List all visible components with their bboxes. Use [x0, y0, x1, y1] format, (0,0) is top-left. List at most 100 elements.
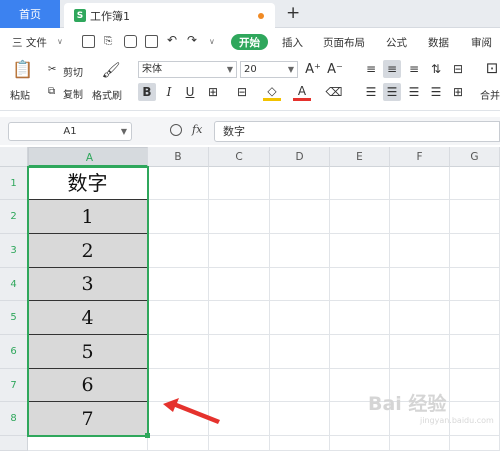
orientation-icon[interactable]: ⇅	[427, 60, 445, 78]
copy-icon[interactable]: ⧉	[48, 86, 55, 97]
cell-a8[interactable]: 7	[28, 402, 147, 436]
print-icon[interactable]	[124, 35, 137, 48]
grid-cell[interactable]	[209, 335, 270, 369]
grid-cell[interactable]	[270, 167, 330, 200]
grid-cell[interactable]	[209, 301, 270, 335]
distribute-icon[interactable]: ⊞	[449, 83, 467, 101]
grid-cell[interactable]	[270, 402, 330, 436]
border-icon[interactable]: ⊞	[204, 83, 222, 101]
copy-button[interactable]: 复制	[63, 86, 83, 101]
cell-a5[interactable]: 4	[28, 301, 147, 335]
row-header-5[interactable]: 5	[0, 301, 28, 335]
file-menu[interactable]: 三 文件	[12, 35, 47, 50]
row-header-3[interactable]: 3	[0, 234, 28, 268]
tab-review[interactable]: 审阅	[471, 35, 492, 50]
font-name-select[interactable]: 宋体 ▼	[138, 61, 237, 78]
row-header-9[interactable]	[0, 436, 28, 451]
grid-cell[interactable]	[330, 200, 390, 234]
increase-font-icon[interactable]: A⁺	[304, 60, 322, 78]
cell-a7[interactable]: 6	[28, 369, 147, 402]
merge-icon[interactable]: ⊡	[484, 59, 500, 77]
tab-workbook[interactable]: S 工作簿1	[64, 3, 275, 28]
grid-cell[interactable]	[148, 200, 209, 234]
column-header-d[interactable]: D	[270, 147, 330, 167]
tab-formula[interactable]: 公式	[386, 35, 407, 50]
more-chevron-icon[interactable]: ∨	[209, 37, 215, 46]
grid-cell[interactable]	[390, 436, 450, 451]
row-header-4[interactable]: 4	[0, 268, 28, 301]
grid-cell[interactable]	[270, 369, 330, 402]
grid-cell[interactable]	[330, 436, 390, 451]
tab-start[interactable]: 开始	[231, 34, 268, 50]
grid-cell[interactable]	[148, 268, 209, 301]
underline-button[interactable]: U	[181, 83, 199, 101]
tab-page-layout[interactable]: 页面布局	[323, 35, 365, 50]
formula-input[interactable]: 数字	[214, 121, 500, 142]
italic-button[interactable]: I	[160, 83, 178, 101]
align-bottom-icon[interactable]: ≡	[405, 60, 423, 78]
chevron-down-icon[interactable]: ∨	[57, 37, 63, 46]
undo-icon[interactable]: ↶	[167, 33, 177, 47]
grid-cell[interactable]	[270, 268, 330, 301]
justify-icon[interactable]: ☰	[427, 83, 445, 101]
grid-cell[interactable]	[270, 301, 330, 335]
align-center-icon[interactable]: ☰	[383, 83, 401, 101]
column-header-a[interactable]: A	[28, 147, 148, 167]
column-header-e[interactable]: E	[330, 147, 390, 167]
tab-insert[interactable]: 插入	[282, 35, 303, 50]
cut-icon[interactable]: ✂	[48, 64, 56, 75]
cell-a6[interactable]: 5	[28, 335, 147, 369]
grid-cell[interactable]	[330, 234, 390, 268]
grid-cell[interactable]	[209, 268, 270, 301]
select-all-corner[interactable]	[0, 147, 28, 167]
grid-cell[interactable]	[148, 436, 209, 451]
grid-cell[interactable]	[28, 436, 148, 451]
bold-button[interactable]: B	[138, 83, 156, 101]
align-middle-icon[interactable]: ≡	[383, 60, 401, 78]
fill-color-icon[interactable]: ◇	[263, 83, 281, 101]
row-header-7[interactable]: 7	[0, 369, 28, 402]
align-right-icon[interactable]: ☰	[405, 83, 423, 101]
row-header-1[interactable]: 1	[0, 167, 28, 200]
grid-cell[interactable]	[270, 335, 330, 369]
grid-cell[interactable]	[390, 200, 450, 234]
column-header-b[interactable]: B	[148, 147, 209, 167]
grid-cell[interactable]	[330, 167, 390, 200]
export-icon[interactable]: ⎘	[104, 35, 112, 48]
format-painter-button[interactable]: 格式刷	[92, 87, 122, 102]
grid-cell[interactable]	[450, 234, 500, 268]
grid-cell[interactable]	[390, 167, 450, 200]
grid-cell[interactable]	[330, 301, 390, 335]
grid-cell[interactable]	[390, 268, 450, 301]
align-left-icon[interactable]: ☰	[362, 83, 380, 101]
row-header-2[interactable]: 2	[0, 200, 28, 234]
fill-handle[interactable]	[145, 433, 150, 438]
grid-cell[interactable]	[450, 335, 500, 369]
grid-cell[interactable]	[390, 234, 450, 268]
column-header-f[interactable]: F	[390, 147, 450, 167]
grid-cell[interactable]	[148, 167, 209, 200]
cut-button[interactable]: 剪切	[63, 64, 83, 79]
column-header-c[interactable]: C	[209, 147, 270, 167]
cell-a1[interactable]: 数字	[28, 167, 147, 200]
cell-a3[interactable]: 2	[28, 234, 147, 268]
cell-a4[interactable]: 3	[28, 268, 147, 301]
grid-cell[interactable]	[390, 335, 450, 369]
tab-home[interactable]: 首页	[0, 0, 60, 28]
clear-format-icon[interactable]: ⌫	[325, 83, 343, 101]
grid-cell[interactable]	[450, 301, 500, 335]
cell-style-icon[interactable]: ⊟	[233, 83, 251, 101]
fx-icon[interactable]: fx	[192, 123, 202, 136]
grid-cell[interactable]	[450, 436, 500, 451]
paste-button[interactable]: 粘贴	[10, 87, 30, 102]
grid-cell[interactable]	[450, 369, 500, 402]
tab-data[interactable]: 数据	[428, 35, 449, 50]
grid-cell[interactable]	[270, 200, 330, 234]
font-color-icon[interactable]: A	[293, 83, 311, 101]
grid-cell[interactable]	[450, 200, 500, 234]
align-top-icon[interactable]: ≡	[362, 60, 380, 78]
grid-cell[interactable]	[390, 301, 450, 335]
save-icon[interactable]	[82, 35, 95, 48]
grid-cell[interactable]	[209, 167, 270, 200]
row-header-6[interactable]: 6	[0, 335, 28, 369]
